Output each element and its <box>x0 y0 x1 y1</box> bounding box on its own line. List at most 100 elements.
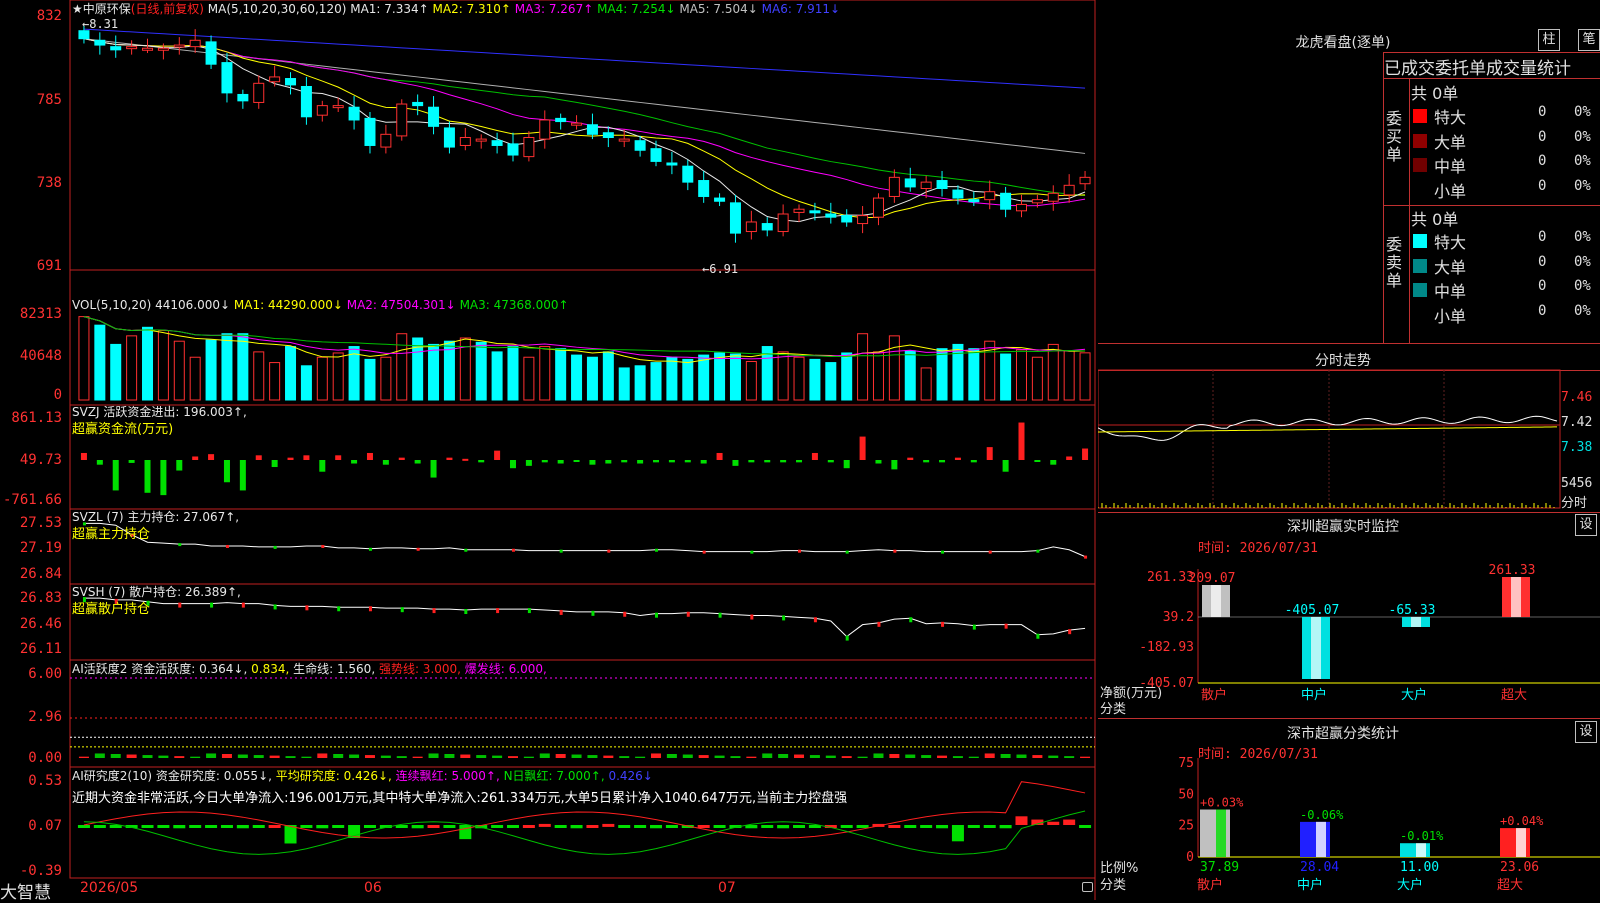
svzj-bar <box>351 460 358 464</box>
ai-active-axis-label: 0.00 <box>28 750 62 766</box>
price-axis-label: 785 <box>36 92 62 108</box>
candle-body <box>412 101 424 107</box>
monitor-axis-label: 261.33 <box>1147 570 1194 585</box>
volume-bar <box>126 335 138 401</box>
ai-research-bar <box>77 825 90 828</box>
monitor-category-label: 散户 <box>1201 687 1227 703</box>
svzj-bar <box>223 460 230 483</box>
candle-body <box>1000 192 1012 210</box>
ai-research-bar <box>1047 821 1060 825</box>
ai-research-bar <box>840 825 853 828</box>
svzj-axis-label: -761.66 <box>2 492 62 508</box>
ai-active-bar <box>825 755 836 758</box>
svzj-bar <box>1066 456 1073 460</box>
svsh-tick <box>527 608 531 614</box>
monitor-category-label: 超大 <box>1501 688 1527 703</box>
volume-bar <box>777 351 789 401</box>
ai-active-item-4: 强势线: 3.000, <box>378 662 465 676</box>
classify-category-label: 散户 <box>1197 877 1223 893</box>
svzj-bar <box>668 460 675 463</box>
svzj-bar <box>494 450 501 460</box>
svzj-label: 活跃资金进出: <box>103 405 180 419</box>
x-label-jun: 06 <box>364 880 382 896</box>
svsh-tick <box>1004 623 1008 629</box>
chart-area[interactable] <box>0 0 1098 900</box>
ai-active-bar <box>937 755 948 758</box>
monitor-bar-shine <box>1311 617 1321 680</box>
ma-item-3: MA3: 7.267↑ <box>514 2 598 16</box>
ai-research-bar <box>665 825 678 828</box>
ai-research-bar <box>363 825 376 828</box>
ai-research-bar <box>1063 819 1076 825</box>
volume-bar <box>904 350 916 401</box>
ai-research-bar <box>316 825 329 829</box>
svzj-bar <box>780 460 787 463</box>
classify-value-label: 37.89 <box>1200 860 1239 875</box>
svsh-tick <box>972 624 976 630</box>
svzj-bar <box>303 455 310 460</box>
ai-active-bar <box>380 755 391 758</box>
svzj-bar <box>748 460 755 463</box>
ai-research-bar <box>93 825 106 828</box>
ai-research-item-1: 资金研究度: 0.055↓, <box>155 769 276 783</box>
ai-research-bar <box>506 825 519 828</box>
svzj-bar <box>891 460 898 470</box>
monitor-bar-shine <box>1411 617 1421 627</box>
ai-active-bar <box>110 754 121 758</box>
ai-active-bar <box>730 756 741 758</box>
svzj-bar <box>621 460 628 463</box>
ai-active-bar <box>698 755 709 758</box>
svzj-bar <box>1050 460 1057 465</box>
ai-active-bar <box>253 755 264 758</box>
vol-ma-item-2: MA2: 47504.301↓ <box>346 298 460 312</box>
ma-item-2: MA2: 7.310↑ <box>432 2 515 16</box>
ai-active-bar <box>539 753 550 758</box>
ai-research-item-5: 0.426↓ <box>608 769 653 783</box>
candle-body <box>984 191 996 201</box>
ai-active-bar <box>412 756 423 758</box>
ai-active-bar <box>285 756 296 758</box>
classify-axis-label: 75 <box>1178 756 1194 771</box>
ma-item-1: MA1: 7.334↑ <box>350 2 433 16</box>
svsh-tick <box>368 606 372 612</box>
ai-research-bar <box>713 825 726 828</box>
candle-body <box>920 181 932 189</box>
volume-bar <box>682 358 694 401</box>
svsh-tick <box>718 612 722 618</box>
svzj-bar <box>653 460 660 463</box>
svzj-bar <box>1018 422 1025 460</box>
svsh-tick <box>273 604 277 610</box>
ai-active-bar <box>174 756 185 758</box>
vol-ma1-line <box>83 316 1086 364</box>
candle-body <box>682 165 694 183</box>
ai-research-axis-label: 0.07 <box>28 818 62 834</box>
svzl-tick <box>464 548 468 552</box>
lock-icon[interactable] <box>1082 882 1093 892</box>
ai-active-item-2: 0.834, <box>251 662 294 676</box>
svzj-bar <box>1082 448 1089 460</box>
candle-body <box>221 62 233 94</box>
ai-research-bar <box>236 825 249 829</box>
classify-bar-shine <box>1216 809 1226 857</box>
ai-research-bar <box>999 825 1012 829</box>
candle-body <box>1079 176 1091 185</box>
svzl-tick <box>511 548 515 552</box>
svzl-tick <box>416 547 420 551</box>
right-charts: 261.33 39.2 -182.93 -405.07 209.07 散户 -405.07 中… <box>1098 369 1600 893</box>
volume-bar <box>300 365 312 401</box>
volume-bar <box>888 335 900 401</box>
svzj-bar <box>398 457 405 460</box>
volume-bar <box>507 346 519 401</box>
svzj-bar <box>605 460 612 464</box>
stock-name[interactable]: ★中原环保 <box>72 2 131 16</box>
svzl-tick <box>178 543 182 547</box>
monitor-bar-shine <box>1511 577 1521 617</box>
ai-active-bar <box>237 754 248 758</box>
svsh-tick <box>655 612 659 618</box>
monitor-value-label: 261.33 <box>1489 563 1536 578</box>
classify-axis-label: 50 <box>1178 787 1194 802</box>
classify-category-label: 大户 <box>1397 877 1423 893</box>
ai-active-bar <box>126 754 137 758</box>
svzl-tick <box>988 550 992 554</box>
svsh-axis-label: 26.46 <box>19 616 62 632</box>
